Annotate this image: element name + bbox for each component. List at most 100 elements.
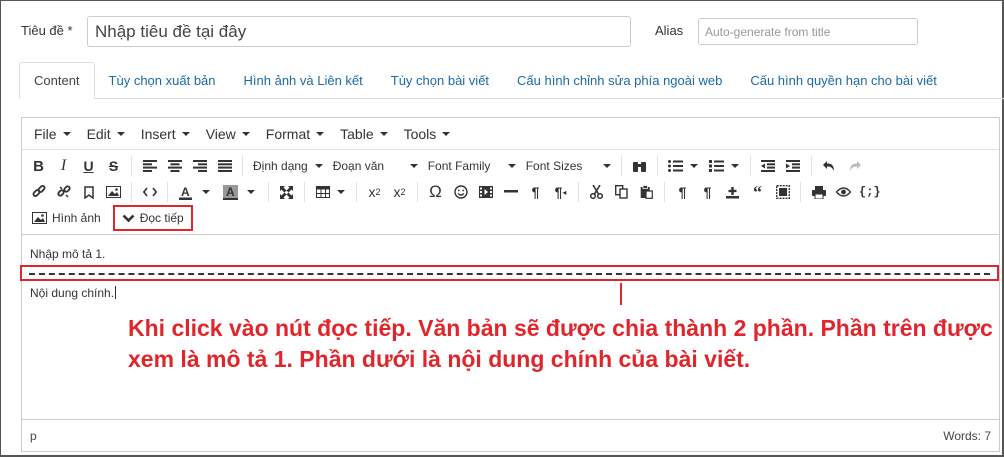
- caret-down-icon: [241, 131, 250, 136]
- tab-bar: Content Tùy chọn xuất bản Hình ảnh và Li…: [19, 62, 1004, 99]
- pilcrow-rtl-button[interactable]: ¶ ◂: [548, 180, 573, 204]
- indent-button[interactable]: [781, 154, 806, 178]
- paragraph-dropdown[interactable]: Đoạn văn: [328, 154, 423, 178]
- tab-permissions[interactable]: Cấu hình quyền hạn cho bài viết: [736, 62, 950, 98]
- element-path[interactable]: p: [30, 429, 37, 443]
- cut-button[interactable]: [584, 180, 609, 204]
- align-right-button[interactable]: [187, 154, 212, 178]
- media-icon: [478, 186, 493, 198]
- link-button[interactable]: [26, 180, 51, 204]
- emoticons-button[interactable]: [448, 180, 473, 204]
- image-button[interactable]: Hình ảnh: [26, 206, 107, 230]
- align-left-button[interactable]: [137, 154, 162, 178]
- menu-format[interactable]: Format: [258, 126, 332, 142]
- paste-button[interactable]: [634, 180, 659, 204]
- rtl-button[interactable]: ¶: [695, 180, 720, 204]
- underline-button[interactable]: U: [76, 154, 101, 178]
- menu-label: File: [34, 125, 57, 142]
- caret-down-icon[interactable]: [730, 164, 739, 168]
- text-color-button[interactable]: A: [173, 180, 198, 204]
- readmore-button-label: Đọc tiếp: [139, 211, 184, 225]
- ltr-button[interactable]: ¶: [670, 180, 695, 204]
- source-code-button[interactable]: [137, 180, 162, 204]
- special-char-button[interactable]: Ω: [423, 180, 448, 204]
- caret-down-icon[interactable]: [689, 164, 698, 168]
- align-left-icon: [142, 160, 157, 172]
- image-icon: [32, 212, 47, 224]
- table-button[interactable]: [310, 180, 335, 204]
- numbered-list-button[interactable]: [704, 154, 729, 178]
- outdent-button[interactable]: [756, 154, 781, 178]
- menu-label: Table: [340, 125, 374, 142]
- bold-button[interactable]: B: [26, 154, 51, 178]
- subscript-two: 2: [375, 187, 381, 197]
- menu-table[interactable]: Table: [332, 126, 395, 142]
- toolbar-separator: [356, 182, 357, 202]
- main-content-paragraph[interactable]: Nội dung chính.: [30, 286, 117, 300]
- scissors-icon: [590, 185, 603, 199]
- fullscreen-button[interactable]: [274, 180, 299, 204]
- undo-button[interactable]: [817, 154, 842, 178]
- superscript-button[interactable]: x2: [387, 180, 412, 204]
- find-button[interactable]: [627, 154, 652, 178]
- omega-icon: Ω: [429, 182, 442, 201]
- alias-input[interactable]: [698, 18, 918, 45]
- background-color-button[interactable]: A: [218, 180, 243, 204]
- font-family-dropdown[interactable]: Font Family: [423, 154, 521, 178]
- readmore-separator-highlight: [20, 265, 999, 281]
- menu-insert[interactable]: Insert: [133, 126, 198, 142]
- toolbar-separator: [749, 156, 751, 176]
- tab-images-links[interactable]: Hình ảnh và Liên kết: [230, 62, 377, 98]
- pilcrow-button[interactable]: ¶: [523, 180, 548, 204]
- visual-blocks-button[interactable]: [770, 180, 795, 204]
- title-input[interactable]: [87, 16, 631, 47]
- insert-below-button[interactable]: [720, 180, 745, 204]
- horizontal-rule-button[interactable]: [498, 180, 523, 204]
- readmore-button[interactable]: Đọc tiếp: [112, 205, 193, 231]
- font-sizes-dropdown[interactable]: Font Sizes: [521, 154, 616, 178]
- tab-frontend-editing[interactable]: Cấu hình chỉnh sửa phía ngoài web: [503, 62, 736, 98]
- code-sample-button[interactable]: {;}: [856, 180, 884, 204]
- image-button-label: Hình ảnh: [52, 211, 101, 225]
- table-icon: [315, 186, 330, 198]
- align-justify-icon: [217, 160, 232, 172]
- caret-down-icon: [409, 164, 418, 168]
- menu-tools[interactable]: Tools: [396, 126, 459, 142]
- indent-icon: [786, 160, 801, 172]
- menu-edit[interactable]: Edit: [79, 126, 133, 142]
- align-center-button[interactable]: [162, 154, 187, 178]
- numbered-list-icon: [708, 160, 724, 172]
- redo-button[interactable]: [842, 154, 867, 178]
- toolbar-separator: [810, 156, 812, 176]
- format-dropdown[interactable]: Định dạng: [248, 154, 328, 178]
- intro-paragraph[interactable]: Nhập mô tả 1.: [30, 247, 105, 261]
- tab-publishing[interactable]: Tùy chọn xuất bản: [95, 62, 230, 98]
- tab-content[interactable]: Content: [19, 62, 95, 99]
- insert-image-button[interactable]: [101, 180, 126, 204]
- chevron-down-icon: [122, 214, 135, 222]
- anchor-button[interactable]: [76, 180, 101, 204]
- menu-view[interactable]: View: [198, 126, 258, 142]
- blockquote-button[interactable]: “: [745, 180, 770, 204]
- strikethrough-button[interactable]: S: [101, 154, 126, 178]
- editor-content-area[interactable]: Nhập mô tả 1. Nội dung chính. Khi click …: [20, 235, 999, 419]
- print-button[interactable]: [806, 180, 831, 204]
- align-justify-button[interactable]: [212, 154, 237, 178]
- caret-down-icon: [442, 131, 451, 136]
- menu-file[interactable]: File: [26, 126, 79, 142]
- unlink-button[interactable]: [51, 180, 76, 204]
- tab-options[interactable]: Tùy chọn bài viết: [377, 62, 503, 98]
- caret-down-icon[interactable]: [247, 190, 255, 194]
- caret-down-icon: [602, 164, 611, 168]
- dropdown-label: Font Family: [427, 159, 491, 173]
- bullet-list-button[interactable]: [663, 154, 688, 178]
- subscript-button[interactable]: x2: [362, 180, 387, 204]
- toolbar-separator: [242, 156, 243, 176]
- preview-button[interactable]: [831, 180, 856, 204]
- horizontal-rule-icon: [503, 190, 518, 193]
- italic-button[interactable]: I: [51, 154, 76, 178]
- copy-button[interactable]: [609, 180, 634, 204]
- caret-down-icon[interactable]: [337, 190, 345, 194]
- caret-down-icon[interactable]: [202, 190, 210, 194]
- media-button[interactable]: [473, 180, 498, 204]
